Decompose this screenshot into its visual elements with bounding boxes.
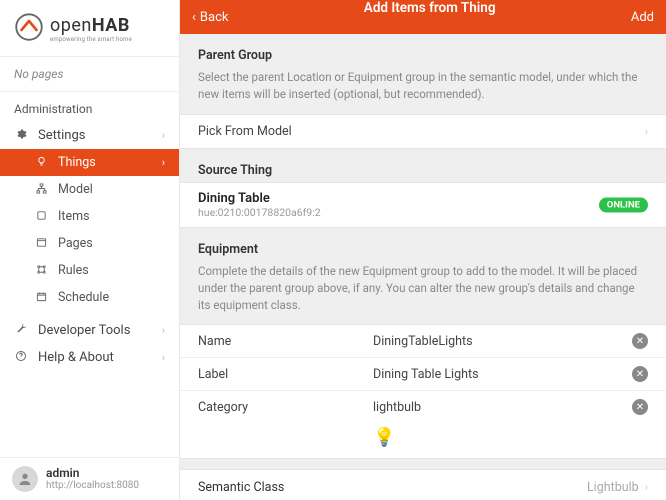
user-row[interactable]: admin http://localhost:8080 [0,457,179,500]
section-desc-equipment: Complete the details of the new Equipmen… [180,261,666,325]
equipment-category-row: Category ✕ [180,390,666,423]
topbar: ‹ Back Add Items from Thing Add [180,0,666,34]
equipment-name-row: Name ✕ [180,325,666,357]
nav-item-rules[interactable]: Rules [0,257,179,284]
source-thing-name: Dining Table [198,191,648,206]
nav-item-items[interactable]: Items [0,203,179,230]
semantic-class-value: Lightbulb [587,480,639,495]
clear-icon[interactable]: ✕ [632,366,648,382]
rules-icon [34,264,48,278]
avatar [12,466,38,492]
status-badge: ONLINE [599,197,648,212]
nav-item-help[interactable]: Help & About › [0,344,179,371]
semantic-class-row[interactable]: Semantic Class Lightbulb › [180,469,666,500]
section-title-parent: Parent Group [180,34,666,67]
main: ‹ Back Add Items from Thing Add Parent G… [180,0,666,500]
chevron-left-icon: ‹ [192,10,196,25]
help-icon [14,350,28,365]
window-icon [34,237,48,251]
nav-label: Developer Tools [38,323,130,338]
chevron-right-icon: › [645,125,648,138]
chevron-right-icon: › [162,351,165,364]
section-desc-parent: Select the parent Location or Equipment … [180,67,666,114]
equipment-label-input[interactable] [373,367,632,382]
content-scroll[interactable]: Parent Group Select the parent Location … [180,34,666,500]
lightbulb-emoji-icon: 💡 [373,427,395,448]
nav-label: Things [58,155,96,170]
nav-item-developer-tools[interactable]: Developer Tools › [0,317,179,344]
brand-tagline: empowering the smart home [50,36,132,43]
no-pages-label: No pages [0,57,179,92]
sitemap-icon [34,183,48,197]
clear-icon[interactable]: ✕ [632,333,648,349]
calendar-icon [34,291,48,305]
nav-label: Pages [58,236,93,251]
lightbulb-icon [34,156,48,170]
chevron-right-icon: › [645,481,648,494]
wrench-icon [14,323,28,338]
nav-item-schedule[interactable]: Schedule [0,284,179,311]
equipment-name-input[interactable] [373,334,632,349]
nav-label: Settings [38,128,85,143]
section-title-source: Source Thing [180,149,666,182]
pick-from-model-row[interactable]: Pick From Model › [180,115,666,148]
sidebar: openHAB empowering the smart home No pag… [0,0,180,500]
clear-icon[interactable]: ✕ [632,399,648,415]
page-title: Add Items from Thing [364,0,496,16]
equipment-label-row: Label ✕ [180,357,666,390]
tag-icon [34,210,48,224]
nav-item-settings[interactable]: Settings › [0,122,179,149]
brand-name: openHAB [50,15,132,36]
nav-label: Model [58,182,93,197]
chevron-right-icon: › [162,324,165,337]
nav-label: Items [58,209,90,224]
add-button[interactable]: Add [631,10,654,25]
source-thing-uid: hue:0210:00178820a6f9:2 [198,206,648,219]
gear-icon [14,128,28,143]
nav-label: Rules [58,263,89,278]
back-label: Back [200,10,229,25]
nav-item-pages[interactable]: Pages [0,230,179,257]
field-label-category: Category [198,400,373,415]
section-title-equipment: Equipment [180,228,666,261]
field-label-label: Label [198,367,373,382]
nav-item-model[interactable]: Model [0,176,179,203]
user-url: http://localhost:8080 [46,480,139,492]
nav-item-things[interactable]: Things › [0,149,179,176]
user-name: admin [46,466,139,480]
pick-from-model-label: Pick From Model [198,124,292,139]
category-icon-preview: 💡 [180,423,666,459]
chevron-right-icon: › [162,156,165,169]
chevron-right-icon: › [162,129,165,142]
brand: openHAB empowering the smart home [0,0,179,57]
semantic-class-label: Semantic Class [198,480,284,495]
source-thing-row[interactable]: Dining Table hue:0210:00178820a6f9:2 ONL… [180,183,666,227]
brand-logo-icon [14,12,44,46]
field-label-name: Name [198,334,373,349]
nav-label: Help & About [38,350,114,365]
equipment-category-input[interactable] [373,400,632,415]
back-button[interactable]: ‹ Back [192,10,228,25]
nav-label: Schedule [58,290,109,305]
admin-header: Administration [0,92,179,122]
